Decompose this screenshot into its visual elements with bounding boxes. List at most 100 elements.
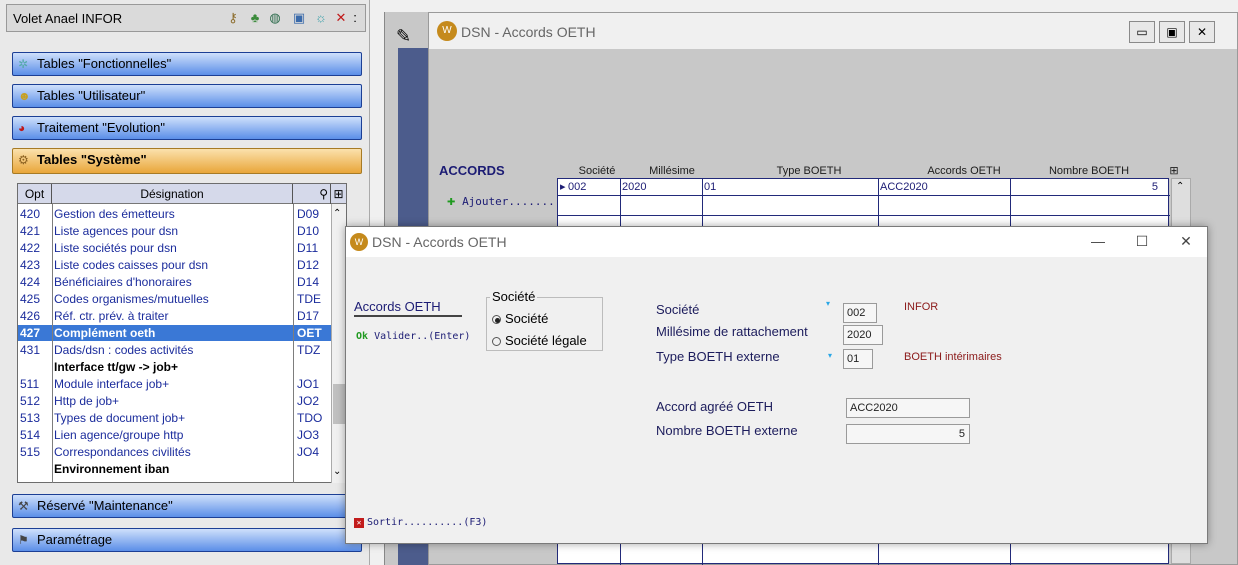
societe-label: Société — [656, 302, 700, 317]
type-boeth-field[interactable]: 01 — [843, 349, 873, 369]
section-reserve-maintenance[interactable]: ⚒ Réservé "Maintenance" — [12, 494, 362, 518]
minimize-button[interactable]: ▭ — [1129, 21, 1155, 43]
grid-divider — [558, 215, 1170, 216]
nombre-boeth-label: Nombre BOETH externe — [656, 423, 798, 438]
nombre-boeth-field[interactable]: 5 — [846, 424, 970, 444]
table-row[interactable]: 426 Réf. ctr. prév. à traiter D17 — [18, 308, 331, 324]
societe-description: INFOR — [904, 301, 939, 313]
table-row-selected[interactable]: 427 Complément oeth OET — [18, 325, 331, 341]
accords-grid-header: Société Millésime Type BOETH Accords OET… — [544, 163, 1184, 179]
chevron-up-icon[interactable]: ⌃ — [1176, 181, 1184, 192]
col-header-millesime[interactable]: Millésime — [632, 163, 712, 179]
section-label: Réservé "Maintenance" — [37, 498, 173, 513]
table-row[interactable]: 511 Module interface job+ JO1 — [18, 376, 331, 392]
sort-icon[interactable]: ⚲ — [293, 184, 331, 204]
accords-section-label: ACCORDS — [439, 163, 505, 178]
table-row[interactable]: 423 Liste codes caisses pour dsn D12 — [18, 257, 331, 273]
minimize-button[interactable]: — — [1088, 231, 1108, 251]
radio-unchecked-icon — [492, 337, 501, 347]
table-row[interactable]: 422 Liste sociétés pour dsn D11 — [18, 240, 331, 256]
table-group-row[interactable]: Interface tt/gw -> job+ — [18, 359, 331, 375]
lookup-marker-icon[interactable]: ▾ — [826, 299, 830, 308]
grid-divider — [293, 204, 294, 483]
left-panel-title: Volet Anael INFOR — [13, 11, 123, 26]
key-icon[interactable]: ⚷ — [225, 10, 241, 26]
grid-divider — [558, 195, 1170, 196]
radio-societe[interactable]: Société — [492, 311, 548, 326]
section-parametrage[interactable]: ⚑ Paramétrage — [12, 528, 362, 552]
table-row[interactable]: 514 Lien agence/groupe http JO3 — [18, 427, 331, 443]
section-tables-utilisateur[interactable]: ☻ Tables "Utilisateur" — [12, 84, 362, 108]
col-header-designation[interactable]: Désignation — [52, 184, 293, 204]
close-button[interactable]: ✕ — [1189, 21, 1215, 43]
pin-icon[interactable]: ⊞ — [1164, 163, 1184, 179]
close-button[interactable]: ✕ — [1176, 231, 1196, 251]
row-marker-icon: ▸ — [560, 181, 566, 193]
section-label: Paramétrage — [37, 532, 113, 547]
scroll-thumb[interactable] — [333, 384, 345, 424]
table-row[interactable]: 420 Gestion des émetteurs D09 — [18, 206, 331, 222]
table-row[interactable]: 515 Correspondances civilités JO4 — [18, 444, 331, 460]
dialog-titlebar[interactable]: W DSN - Accords OETH — ☐ ✕ — [346, 227, 1207, 257]
chevron-down-icon[interactable]: ⌄ — [333, 466, 341, 477]
table-row[interactable]: 421 Liste agences pour dsn D10 — [18, 223, 331, 239]
globe-icon[interactable]: ◍ — [267, 10, 283, 26]
section-traitement-evolution[interactable]: ◕ Traitement "Evolution" — [12, 116, 362, 140]
grid-body: 420 Gestion des émetteurs D09 421 Liste age… — [18, 206, 331, 484]
back-window-titlebar[interactable]: W DSN - Accords OETH ▭ ▣ ✕ — [429, 13, 1237, 49]
table-row[interactable]: 424 Bénéficiaires d'honoraires D14 — [18, 274, 331, 290]
section-label: Tables "Fonctionnelles" — [37, 56, 172, 71]
table-row[interactable]: 512 Http de job+ JO2 — [18, 393, 331, 409]
col-header-type-boeth[interactable]: Type BOETH — [734, 163, 884, 179]
accords-oeth-label: Accords OETH — [354, 299, 462, 317]
settings-icon: ⚑ — [18, 533, 29, 547]
societe-field[interactable]: 002 — [843, 303, 877, 323]
grid-header: Opt Désignation ⚲ ⊞ — [18, 184, 346, 204]
radio-societe-legale[interactable]: Société légale — [492, 333, 587, 348]
type-boeth-description: BOETH intérimaires — [904, 351, 1002, 363]
pie-chart-icon: ◕ — [18, 121, 26, 135]
section-tables-fonctionnelles[interactable]: ✲ Tables "Fonctionnelles" — [12, 52, 362, 76]
col-header-accords-oeth[interactable]: Accords OETH — [894, 163, 1034, 179]
more-icon[interactable]: : — [347, 10, 363, 26]
table-row[interactable]: 425 Codes organismes/mutuelles TDE — [18, 291, 331, 307]
window-title: DSN - Accords OETH — [461, 24, 596, 40]
section-tables-systeme[interactable]: ⚙ Tables "Système" — [12, 148, 362, 174]
radio-checked-icon — [492, 315, 501, 325]
lookup-marker-icon[interactable]: ▾ — [828, 351, 832, 360]
plus-icon: ✚ — [447, 193, 456, 209]
pin-icon[interactable]: ⊞ — [331, 184, 346, 204]
users-icon: ☻ — [18, 89, 31, 103]
chevron-up-icon[interactable]: ⌃ — [333, 208, 341, 219]
section-label: Tables "Utilisateur" — [37, 88, 146, 103]
accord-agree-field[interactable]: ACC2020 — [846, 398, 970, 418]
valider-button[interactable]: Ok Valider..(Enter) — [356, 331, 470, 342]
accord-agree-label: Accord agréé OETH — [656, 399, 774, 414]
millesime-field[interactable]: 2020 — [843, 325, 883, 345]
table-row[interactable]: ▸ 002 2020 01 ACC2020 5 — [558, 179, 1170, 195]
radio-group-legend: Société — [490, 289, 538, 304]
app-icon: W — [437, 21, 457, 41]
grid-scrollbar[interactable]: ⌃ ⌄ — [331, 204, 346, 483]
maximize-button[interactable]: ▣ — [1159, 21, 1185, 43]
col-header-opt[interactable]: Opt — [18, 184, 52, 204]
gear-cog-icon: ✲ — [18, 57, 29, 71]
tab-app-icon[interactable]: ✎ — [396, 26, 411, 47]
tools-icon[interactable]: ♣ — [247, 10, 263, 26]
col-header-nombre-boeth[interactable]: Nombre BOETH — [1034, 163, 1144, 179]
millesime-label: Millésime de rattachement — [656, 324, 808, 339]
table-row[interactable]: 513 Types de document job+ TDO — [18, 410, 331, 426]
maximize-button[interactable]: ☐ — [1132, 231, 1152, 251]
grid-divider — [52, 204, 53, 483]
refresh-icon[interactable]: ☼ — [313, 10, 329, 26]
col-header-societe[interactable]: Société — [562, 163, 632, 179]
sortir-button[interactable]: ✕ Sortir..........(F3) — [354, 517, 487, 528]
table-row[interactable]: 431 Dads/dsn : codes activités TDZ — [18, 342, 331, 358]
left-panel: Volet Anael INFOR ⚷ ♣ ◍ ▣ ☼ ✕ : ✲ Tables… — [0, 0, 370, 565]
wrench-icon: ⚒ — [18, 499, 29, 513]
window-icon[interactable]: ▣ — [291, 10, 307, 26]
app-icon: W — [350, 233, 368, 251]
options-grid: Opt Désignation ⚲ ⊞ 420 Gestion des émett… — [17, 183, 347, 483]
exit-icon: ✕ — [354, 518, 364, 528]
table-group-row[interactable]: Environnement iban — [18, 461, 331, 477]
